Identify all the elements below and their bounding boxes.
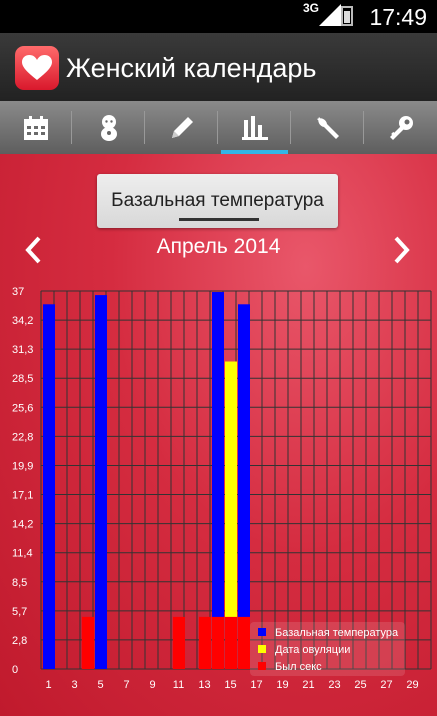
tab-notes[interactable]: [145, 101, 218, 154]
y-tick-label: 19,9: [12, 460, 33, 472]
status-time: 17:49: [369, 4, 427, 30]
tab-calendar[interactable]: [0, 101, 72, 154]
legend-label: Базальная температура: [275, 627, 399, 639]
x-tick-label: 11: [173, 679, 184, 691]
x-tick-label: 27: [380, 679, 392, 691]
x-tick-label: 5: [97, 679, 103, 691]
month-navigation: Апрель 2014: [0, 232, 437, 268]
baby-icon: [100, 114, 117, 141]
tab-charts[interactable]: [218, 101, 291, 154]
legend-swatch: [258, 662, 266, 670]
y-tick-label: 28,5: [12, 373, 33, 385]
calendar-icon: [24, 115, 48, 140]
x-tick-label: 7: [123, 679, 129, 691]
x-tick-label: 19: [276, 679, 288, 691]
status-bar: 3G 17:49: [0, 0, 437, 33]
x-tick-label: 29: [406, 679, 418, 691]
app-title: Женский календарь: [66, 53, 317, 83]
legend-label: Был секс: [275, 661, 322, 673]
x-tick-label: 23: [328, 679, 340, 691]
pencil-icon: [171, 116, 193, 138]
y-tick-label: 5,7: [12, 606, 27, 618]
bar: [82, 616, 94, 669]
tab-baby[interactable]: [72, 101, 145, 154]
app-logo-icon[interactable]: [15, 46, 59, 90]
action-bar: Женский календарь: [0, 33, 437, 101]
legend-swatch: [258, 645, 266, 653]
month-label: Апрель 2014: [156, 235, 281, 258]
bar: [43, 304, 55, 669]
y-tick-label: 11,4: [12, 548, 33, 560]
y-tick-label: 22,8: [12, 431, 33, 443]
legend-swatch: [258, 628, 266, 636]
battery-icon: [341, 6, 353, 26]
network-type: 3G: [302, 1, 319, 15]
dropdown-indicator: [179, 218, 259, 221]
temperature-chart: 3734,231,328,525,622,819,917,114,211,48,…: [12, 286, 432, 691]
bar: [212, 292, 224, 669]
bar: [225, 616, 237, 669]
chart-type-label: Базальная температура: [111, 190, 324, 211]
wrench-icon: [316, 116, 339, 139]
x-tick-label: 17: [250, 679, 262, 691]
x-tick-label: 3: [71, 679, 77, 691]
tab-settings[interactable]: [291, 101, 364, 154]
bar: [212, 616, 224, 669]
y-tick-label: 37: [12, 286, 24, 298]
bar: [199, 616, 211, 669]
bar: [95, 295, 107, 669]
chevron-right-icon: [394, 236, 410, 264]
key-icon: [389, 115, 413, 140]
y-tick-label: 0: [12, 664, 18, 676]
bar: [238, 616, 250, 669]
x-tick-label: 1: [45, 679, 51, 691]
x-tick-label: 25: [354, 679, 366, 691]
x-tick-label: 13: [198, 679, 210, 691]
y-tick-label: 17,1: [12, 490, 33, 502]
legend-label: Дата овуляции: [275, 644, 350, 656]
next-month-button[interactable]: [387, 232, 417, 268]
y-tick-label: 8,5: [12, 577, 27, 589]
bar-chart-icon: [241, 115, 268, 140]
tab-password[interactable]: [364, 101, 437, 154]
x-tick-label: 21: [302, 679, 314, 691]
heart-icon: [22, 55, 52, 80]
x-tick-label: 9: [149, 679, 155, 691]
chart-screen: Базальная температура Апрель 2014 37 34,2…: [0, 154, 437, 716]
y-tick-label: 34,2: [12, 315, 33, 327]
y-tick-label: 25,6: [12, 402, 33, 414]
y-tick-label: 31,3: [12, 344, 33, 356]
tab-bar: [0, 101, 437, 155]
signal-icon: [319, 4, 341, 26]
y-tick-label: 14,2: [12, 519, 33, 531]
chart-type-dropdown[interactable]: Базальная температура: [97, 174, 338, 228]
y-tick-label: 2,8: [12, 635, 27, 647]
bar: [173, 616, 185, 669]
bar: [238, 304, 250, 669]
x-tick-label: 15: [224, 679, 236, 691]
